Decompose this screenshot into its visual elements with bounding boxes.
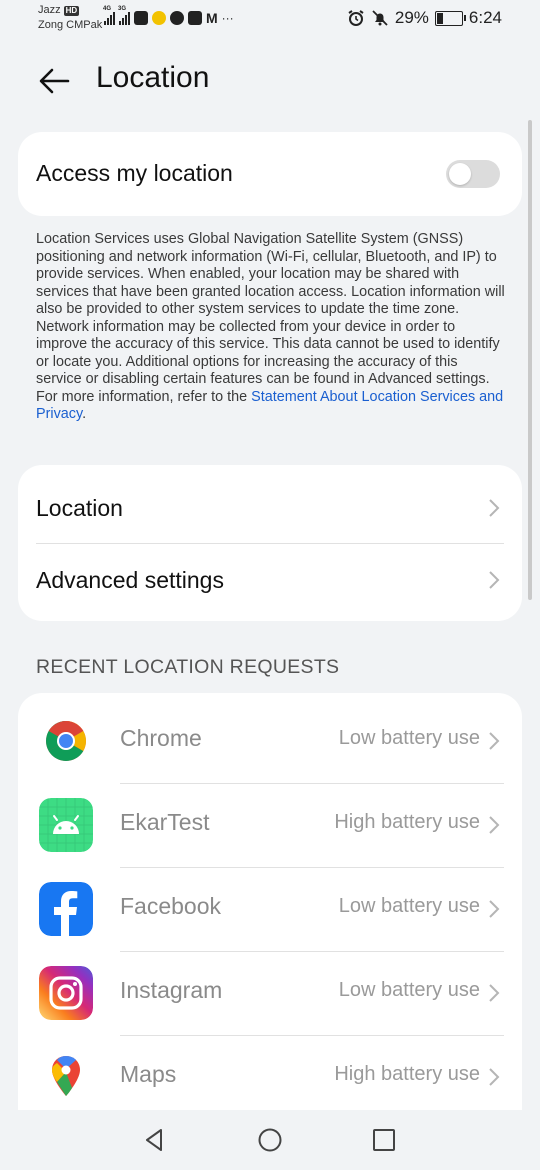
app-name: Instagram <box>120 977 223 1003</box>
chevron-right-icon <box>489 816 500 834</box>
status-bar: Jazz HD Zong CMPak 4G 3G M ··· 29% 6:24 <box>0 0 540 38</box>
battery-usage: High battery use <box>334 811 480 833</box>
signal-icon: 4G <box>103 6 115 25</box>
chevron-right-icon <box>489 499 500 517</box>
app-row-ekartest[interactable]: EkarTest High battery use <box>18 783 522 867</box>
system-status: 29% 6:24 <box>347 8 502 28</box>
location-setting-row[interactable]: Location <box>18 465 522 543</box>
app-row-chrome[interactable]: Chrome Low battery use <box>18 699 522 783</box>
recent-requests-header: RECENT LOCATION REQUESTS <box>36 656 340 678</box>
carrier1-name: Jazz <box>38 4 61 16</box>
app-row-maps[interactable]: Maps High battery use <box>18 1035 522 1119</box>
navigation-bar <box>0 1110 540 1170</box>
location-description: Location Services uses Global Navigation… <box>36 231 506 424</box>
app-row-facebook[interactable]: Facebook Low battery use <box>18 867 522 951</box>
toggle-knob <box>449 163 471 185</box>
app-name: EkarTest <box>120 809 210 835</box>
chevron-right-icon <box>489 732 500 750</box>
chevron-right-icon <box>489 900 500 918</box>
battery-usage: Low battery use <box>338 895 480 917</box>
app-name: Facebook <box>120 893 222 919</box>
carrier2-name: Zong CMPak <box>38 19 103 31</box>
chevron-right-icon <box>489 1068 500 1086</box>
battery-icon <box>434 10 466 26</box>
alarm-icon <box>348 10 364 26</box>
access-location-label: Access my location <box>36 160 233 186</box>
settings-card: Location Advanced settings <box>18 465 522 621</box>
battery-usage: Low battery use <box>338 727 480 749</box>
app-bar: Location <box>0 55 540 105</box>
android-icon <box>39 798 93 852</box>
back-nav-icon[interactable] <box>141 1126 169 1154</box>
page-title: Location <box>96 61 210 94</box>
whatsapp-icon <box>170 11 184 25</box>
maps-icon <box>52 1056 80 1096</box>
more-notifications-icon: ··· <box>221 11 234 25</box>
access-location-toggle[interactable] <box>446 160 500 188</box>
recent-requests-card: Chrome Low battery use EkarTest High bat… <box>18 693 522 1133</box>
advanced-settings-label: Advanced settings <box>36 567 224 593</box>
app-row-instagram[interactable]: Instagram Low battery use <box>18 951 522 1035</box>
description-text: Location Services uses Global Navigation… <box>36 231 505 405</box>
advanced-settings-row[interactable]: Advanced settings <box>18 543 522 621</box>
chevron-right-icon <box>489 571 500 589</box>
back-arrow-icon[interactable] <box>36 63 72 99</box>
mute-bell-icon <box>372 10 388 26</box>
notification-icons: 4G 3G M ··· <box>103 6 234 26</box>
chevron-right-icon <box>489 984 500 1002</box>
video-icon <box>134 11 148 25</box>
carrier-info: Jazz HD Zong CMPak <box>38 3 102 33</box>
battery-usage: Low battery use <box>338 979 480 1001</box>
app-name: Chrome <box>120 725 202 751</box>
access-location-card[interactable]: Access my location <box>18 132 522 216</box>
youtube-icon <box>188 11 202 25</box>
notification-app-icon <box>152 11 166 25</box>
battery-percent: 29% <box>394 8 429 27</box>
description-end: . <box>82 406 87 422</box>
app-name: Maps <box>120 1061 177 1087</box>
recents-nav-icon[interactable] <box>370 1126 398 1154</box>
signal-icon: 3G <box>118 6 130 25</box>
hd-badge: HD <box>63 5 80 16</box>
chrome-icon <box>46 721 86 761</box>
instagram-icon <box>39 966 93 1020</box>
clock: 6:24 <box>468 8 502 27</box>
battery-usage: High battery use <box>334 1063 480 1085</box>
gmail-icon: M <box>206 10 218 26</box>
scrollbar[interactable] <box>528 120 532 600</box>
home-nav-icon[interactable] <box>256 1126 284 1154</box>
facebook-icon <box>39 882 93 936</box>
location-setting-label: Location <box>36 495 123 521</box>
